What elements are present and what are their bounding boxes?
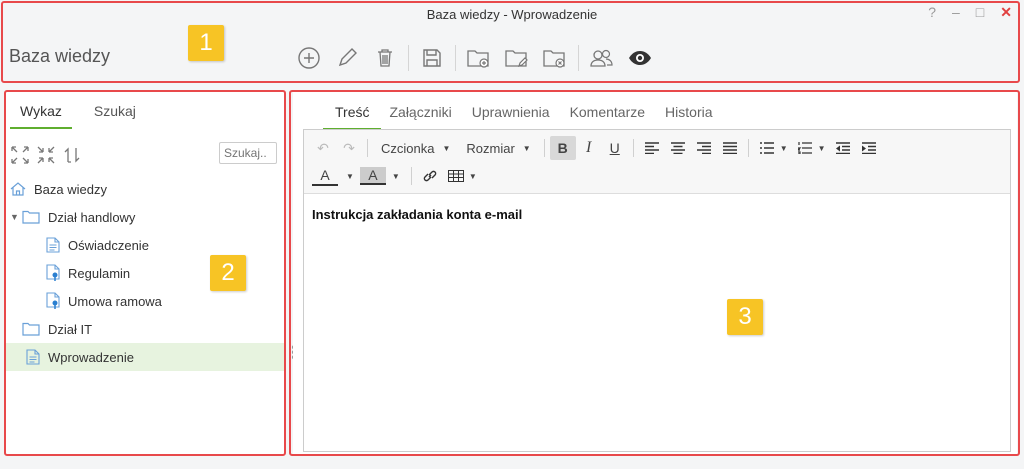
annotation-frame-1 xyxy=(1,1,1020,83)
annotation-frame-3 xyxy=(289,90,1020,456)
annotation-badge-2: 2 xyxy=(210,255,246,291)
annotation-badge-3: 3 xyxy=(727,299,763,335)
annotation-badge-1: 1 xyxy=(188,25,224,61)
